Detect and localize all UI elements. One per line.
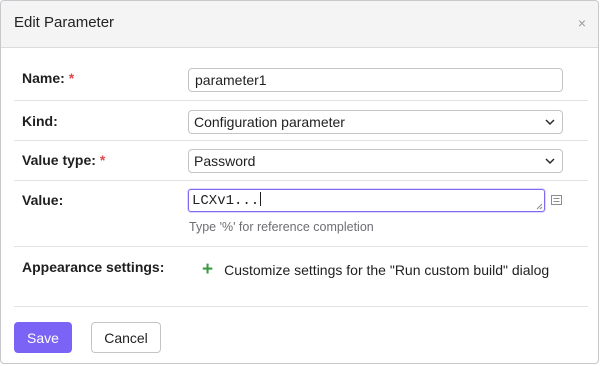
value-type-select-value: Password	[194, 153, 256, 169]
chevron-down-icon	[545, 158, 555, 165]
name-input[interactable]	[188, 68, 563, 92]
list-icon[interactable]	[551, 195, 562, 205]
divider	[14, 246, 588, 247]
kind-select-value: Configuration parameter	[194, 114, 345, 130]
cancel-button[interactable]: Cancel	[91, 322, 161, 353]
resize-grip-icon[interactable]	[536, 203, 543, 210]
close-icon[interactable]: ×	[578, 15, 586, 31]
chevron-down-icon	[545, 119, 555, 126]
value-hint: Type '%' for reference completion	[189, 220, 374, 234]
value-type-label-text: Value type:	[22, 152, 96, 168]
value-type-required-mark: *	[99, 152, 106, 168]
dialog-title: Edit Parameter	[14, 14, 115, 31]
divider	[14, 306, 588, 307]
edit-parameter-dialog: Edit Parameter × Name: * Kind: Configura…	[0, 0, 599, 364]
kind-label: Kind:	[22, 113, 58, 129]
name-label-text: Name:	[22, 70, 65, 86]
text-caret	[260, 192, 262, 206]
divider	[14, 140, 588, 141]
customize-settings-text: Customize settings for the "Run custom b…	[224, 262, 550, 278]
name-label: Name: *	[22, 70, 74, 86]
value-type-label: Value type: *	[22, 152, 105, 168]
kind-select[interactable]: Configuration parameter	[188, 110, 563, 134]
customize-settings-link[interactable]: + Customize settings for the "Run custom…	[202, 259, 550, 280]
divider	[14, 180, 588, 181]
name-required-mark: *	[68, 70, 75, 86]
value-text: LCXv1...	[192, 193, 260, 209]
dialog-header: Edit Parameter ×	[1, 1, 598, 48]
divider	[14, 100, 588, 101]
appearance-label: Appearance settings:	[22, 259, 165, 275]
value-textarea[interactable]: LCXv1...	[188, 189, 545, 212]
plus-icon: +	[202, 259, 214, 280]
value-label: Value:	[22, 192, 64, 208]
save-button[interactable]: Save	[14, 322, 72, 353]
value-type-select[interactable]: Password	[188, 149, 563, 173]
